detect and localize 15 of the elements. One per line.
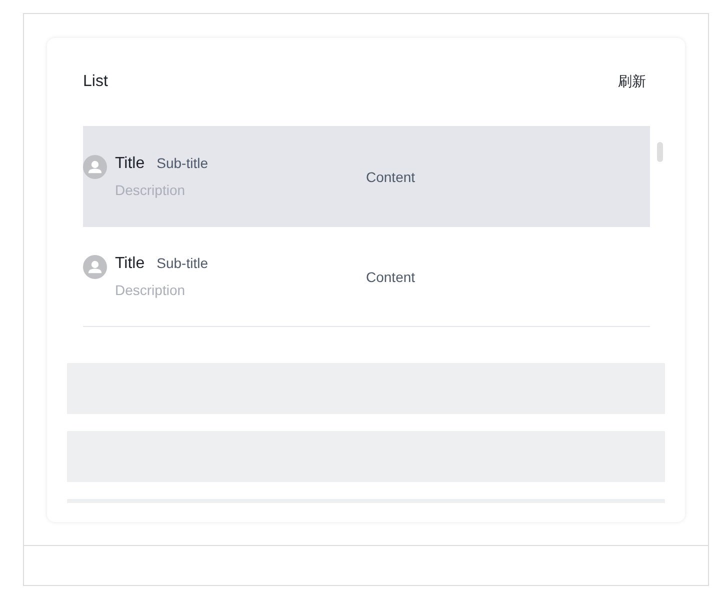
refresh-link[interactable]: 刷新 (618, 73, 646, 91)
card-title: List (83, 73, 108, 91)
item-content: Content (366, 268, 416, 284)
list-item[interactable]: Title Sub-title Description Content (83, 227, 650, 327)
item-subtitle: Sub-title (156, 155, 208, 171)
item-content: Content (366, 168, 416, 184)
item-subtitle: Sub-title (156, 255, 208, 271)
list-item[interactable]: Title Sub-title Description Content (83, 127, 650, 227)
item-title: Title (115, 155, 145, 173)
scrollbar-thumb[interactable] (657, 142, 663, 162)
item-description: Description (115, 282, 186, 298)
avatar-icon (83, 155, 107, 179)
avatar-icon (83, 255, 107, 279)
item-description: Description (115, 182, 186, 198)
item-title: Title (115, 255, 145, 273)
